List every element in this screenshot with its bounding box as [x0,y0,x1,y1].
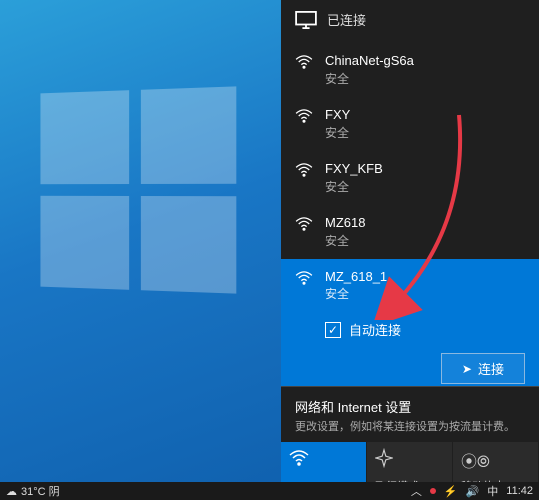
windows-logo [40,86,236,293]
connected-label: 已连接 [327,10,366,29]
cursor-icon: ➤ [462,362,472,376]
wifi-signal-icon [295,217,313,231]
wifi-item[interactable]: ChinaNet-gS6a 安全 [281,43,539,97]
wifi-item-selected[interactable]: MZ_618_1 安全 [281,259,539,313]
wifi-icon [289,448,309,468]
wifi-item[interactable]: FXY_KFB 安全 [281,151,539,205]
wifi-signal-icon [295,163,313,177]
auto-connect-row[interactable]: ✓ 自动连接 [281,312,539,347]
wifi-name: FXY [325,107,350,124]
settings-title: 网络和 Internet 设置 [295,397,525,416]
tray-record-icon[interactable] [430,488,436,494]
connect-button[interactable]: ➤ 连接 [441,353,525,384]
network-settings-link[interactable]: 网络和 Internet 设置 更改设置，例如将某连接设置为按流量计费。 [281,386,539,442]
taskbar-clock[interactable]: 11:42 [506,485,533,497]
auto-connect-label: 自动连接 [349,320,401,339]
weather-icon: ☁ [6,485,17,498]
hotspot-icon: ⦿⦾ [461,448,490,468]
wifi-item[interactable]: MZ618 安全 [281,205,539,259]
connected-network-header[interactable]: 已连接 [281,0,539,43]
wifi-name: ChinaNet-gS6a [325,53,414,70]
wifi-status: 安全 [325,285,387,302]
wifi-name: MZ_618_1 [325,269,387,286]
auto-connect-checkbox[interactable]: ✓ [325,322,341,338]
taskbar: ☁ 31°C 阴 ︿ ⚡ 🔊 中 11:42 [0,482,539,500]
settings-description: 更改设置，例如将某连接设置为按流量计费。 [295,418,525,434]
network-flyout-panel: 已连接 ChinaNet-gS6a 安全 FXY 安全 [281,0,539,500]
wifi-status: 安全 [325,124,350,141]
wifi-name: MZ618 [325,215,365,232]
wifi-signal-icon [295,271,313,285]
tray-volume-icon[interactable]: 🔊 [466,485,480,498]
wifi-signal-icon [295,109,313,123]
taskbar-weather[interactable]: ☁ 31°C 阴 [6,483,60,499]
selected-network-block: MZ_618_1 安全 ✓ 自动连接 ➤ 连接 [281,259,539,386]
tray-network-icon[interactable]: ⚡ [444,485,458,498]
ime-indicator[interactable]: 中 [487,483,498,499]
tray-chevron-icon[interactable]: ︿ [411,483,422,499]
ethernet-icon [295,11,317,29]
wifi-signal-icon [295,55,313,69]
airplane-icon [375,448,393,468]
wifi-status: 安全 [325,178,383,195]
weather-text: 31°C 阴 [21,483,60,499]
wifi-status: 安全 [325,70,414,87]
wifi-item[interactable]: FXY 安全 [281,97,539,151]
wifi-status: 安全 [325,232,365,249]
wifi-name: FXY_KFB [325,161,383,178]
connect-button-label: 连接 [478,359,504,378]
wifi-network-list: ChinaNet-gS6a 安全 FXY 安全 FXY_KFB 安全 [281,43,539,386]
